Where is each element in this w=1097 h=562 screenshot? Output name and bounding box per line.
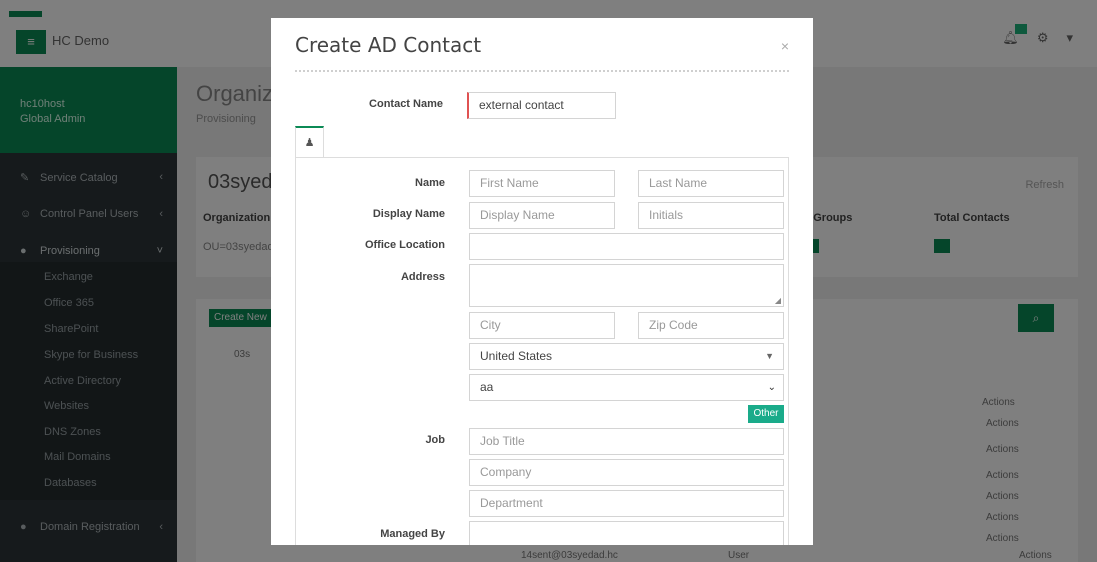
create-ad-contact-modal: Create AD Contact × Contact Name externa…: [271, 18, 813, 545]
tab-general[interactable]: ♟: [295, 126, 324, 158]
chevron-down-icon: ⌄: [767, 382, 776, 393]
last-name-input[interactable]: Last Name: [638, 170, 784, 197]
contact-name-label: Contact Name: [369, 98, 443, 110]
state-select[interactable]: aa ⌄: [469, 374, 784, 401]
company-input[interactable]: Company: [469, 459, 784, 486]
zip-code-input[interactable]: Zip Code: [638, 312, 784, 339]
resize-handle-icon[interactable]: ◢: [775, 296, 781, 305]
name-label: Name: [415, 177, 445, 189]
city-input[interactable]: City: [469, 312, 615, 339]
title-divider: [295, 70, 789, 72]
country-select[interactable]: United States ▼: [469, 343, 784, 370]
address-label: Address: [400, 271, 445, 283]
managed-by-input[interactable]: [469, 521, 784, 545]
first-name-input[interactable]: First Name: [469, 170, 615, 197]
user-icon: ♟: [304, 137, 315, 149]
country-value: United States: [480, 349, 553, 363]
office-location-input[interactable]: [469, 233, 784, 260]
contact-name-input[interactable]: external contact: [467, 92, 616, 119]
state-value: aa: [480, 380, 494, 394]
managed-by-label: Managed By: [380, 528, 445, 540]
close-icon[interactable]: ×: [781, 38, 789, 54]
caret-down-icon: ▼: [765, 351, 774, 361]
job-title-input[interactable]: Job Title: [469, 428, 784, 455]
department-input[interactable]: Department: [469, 490, 784, 517]
display-name-input[interactable]: Display Name: [469, 202, 615, 229]
address-textarea[interactable]: ◢: [469, 264, 784, 307]
office-location-label: Office Location: [364, 239, 445, 251]
display-name-label: Display Name: [372, 208, 445, 220]
job-label: Job: [425, 434, 445, 446]
modal-title: Create AD Contact: [295, 33, 482, 57]
other-button[interactable]: Other: [748, 405, 784, 423]
initials-input[interactable]: Initials: [638, 202, 784, 229]
